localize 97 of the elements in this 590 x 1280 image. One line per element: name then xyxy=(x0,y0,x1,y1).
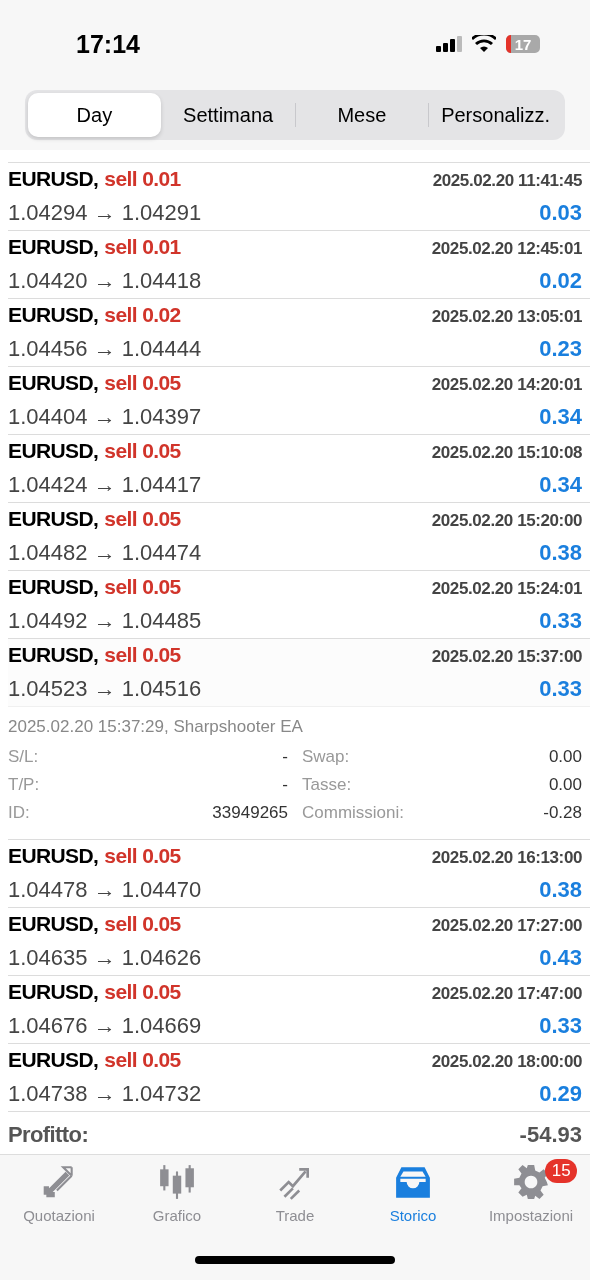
trade-profit: 0.29 xyxy=(539,1081,582,1107)
trade-time: 2025.02.20 15:20:00 xyxy=(431,511,582,531)
detail-value: -0.28 xyxy=(543,803,582,823)
trade-time: 2025.02.20 12:45:01 xyxy=(431,239,582,259)
detail-label: ID: xyxy=(8,803,30,823)
trade-symbol: EURUSD, xyxy=(8,1048,99,1072)
trade-time: 2025.02.20 15:37:00 xyxy=(431,647,582,667)
signal-icon xyxy=(436,36,462,52)
trade-prices: 1.04482 → 1.04474 xyxy=(8,540,202,566)
trade-prices: 1.04523 → 1.04516 xyxy=(8,676,202,702)
detail-value: 0.00 xyxy=(548,775,582,795)
trade-row[interactable]: EURUSD, sell 0.01 2025.02.20 11:41:45 1.04294 → 1.04291 0.03 xyxy=(8,163,590,231)
trade-side: sell 0.05 xyxy=(104,439,181,463)
trade-row[interactable]: EURUSD, sell 0.05 2025.02.20 14:20:01 1.04404 → 1.04397 0.34 xyxy=(8,367,590,435)
trade-profit: 0.34 xyxy=(539,404,582,430)
trade-side: sell 0.05 xyxy=(104,844,181,868)
trade-profit: 0.03 xyxy=(539,200,582,226)
trade-profit: 0.38 xyxy=(539,877,582,903)
trade-profit: 0.33 xyxy=(539,1013,582,1039)
trade-profit: 0.43 xyxy=(539,945,582,971)
tab-bar-item[interactable]: Storico xyxy=(354,1163,472,1224)
trade-profit: 0.33 xyxy=(539,608,582,634)
trade-prices: 1.04676 → 1.04669 xyxy=(8,1013,202,1039)
detail-label: Commissioni: xyxy=(302,803,405,823)
detail-value: 0.00 xyxy=(548,747,582,767)
trade-time: 2025.02.20 17:47:00 xyxy=(431,984,582,1004)
trade-side: sell 0.05 xyxy=(104,575,181,599)
trade-time: 2025.02.20 14:20:01 xyxy=(431,375,582,395)
trade-profit: 0.23 xyxy=(539,336,582,362)
candlestick-icon xyxy=(158,1163,196,1201)
trade-symbol: EURUSD, xyxy=(8,167,99,191)
trade-symbol: EURUSD, xyxy=(8,844,99,868)
trade-symbol: EURUSD, xyxy=(8,912,99,936)
trade-side: sell 0.01 xyxy=(104,235,181,259)
trade-symbol: EURUSD, xyxy=(8,980,99,1004)
trade-time: 2025.02.20 15:10:08 xyxy=(431,443,582,463)
segment-tab[interactable]: Settimana xyxy=(161,93,295,137)
trade-side: sell 0.05 xyxy=(104,1048,181,1072)
trade-open-info: 2025.02.20 15:37:29, Sharpshooter EA xyxy=(8,717,304,737)
trade-symbol: EURUSD, xyxy=(8,643,99,667)
trade-time: 2025.02.20 15:24:01 xyxy=(431,579,582,599)
trade-prices: 1.04294 → 1.04291 xyxy=(8,200,202,226)
trade-profit: 0.38 xyxy=(539,540,582,566)
trade-symbol: EURUSD, xyxy=(8,235,99,259)
detail-label: T/P: xyxy=(8,775,40,795)
detail-value: - xyxy=(282,775,288,795)
trade-side: sell 0.01 xyxy=(104,167,181,191)
trade-time: 2025.02.20 16:13:00 xyxy=(431,848,582,868)
trade-side: sell 0.05 xyxy=(104,912,181,936)
trade-side: sell 0.05 xyxy=(104,643,181,667)
trade-profit: 0.34 xyxy=(539,472,582,498)
trade-profit: 0.33 xyxy=(539,676,582,702)
trade-symbol: EURUSD, xyxy=(8,303,99,327)
trade-prices: 1.04738 → 1.04732 xyxy=(8,1081,202,1107)
trade-prices: 1.04492 → 1.04485 xyxy=(8,608,202,634)
trade-symbol: EURUSD, xyxy=(8,371,99,395)
trade-symbol: EURUSD, xyxy=(8,507,99,531)
trade-time: 2025.02.20 13:05:01 xyxy=(431,307,582,327)
trade-time: 2025.02.20 18:00:00 xyxy=(431,1052,582,1072)
trade-side: sell 0.05 xyxy=(104,507,181,531)
total-value: -54.93 xyxy=(519,1122,582,1148)
detail-label: S/L: xyxy=(8,747,39,767)
detail-value: 33949265 xyxy=(212,803,288,823)
trade-time: 2025.02.20 11:41:45 xyxy=(432,171,582,191)
trade-prices: 1.04420 → 1.04418 xyxy=(8,268,202,294)
trade-row[interactable]: EURUSD, sell 0.05 2025.02.20 17:27:00 1.04635 → 1.04626 0.43 xyxy=(8,908,590,976)
trade-side: sell 0.05 xyxy=(104,980,181,1004)
notification-badge: 15 xyxy=(545,1159,578,1183)
trade-time: 2025.02.20 17:27:00 xyxy=(431,916,582,936)
wifi-icon xyxy=(472,35,496,53)
battery-icon: 17 xyxy=(506,35,540,53)
segment-tab[interactable]: Personalizz. xyxy=(429,93,562,137)
trade-side: sell 0.02 xyxy=(104,303,181,327)
detail-label: Tasse: xyxy=(302,775,352,795)
trade-prices: 1.04478 → 1.04470 xyxy=(8,877,202,903)
trade-symbol: EURUSD, xyxy=(8,575,99,599)
trade-row[interactable]: EURUSD, sell 0.05 2025.02.20 15:10:08 1.04424 → 1.04417 0.34 xyxy=(8,435,590,503)
status-time: 17:14 xyxy=(76,29,141,59)
trade-prices: 1.04424 → 1.04417 xyxy=(8,472,202,498)
segment-tab[interactable]: Day xyxy=(28,93,161,137)
detail-label: Swap: xyxy=(302,747,350,767)
trade-row[interactable]: EURUSD, sell 0.05 2025.02.20 18:00:00 1.04738 → 1.04732 0.29 xyxy=(8,1044,590,1112)
total-label: Profitto: xyxy=(8,1122,89,1148)
trade-side: sell 0.05 xyxy=(104,371,181,395)
trade-prices: 1.04404 → 1.04397 xyxy=(8,404,202,430)
trade-profit: 0.02 xyxy=(539,268,582,294)
trade-row[interactable]: EURUSD, sell 0.05 2025.02.20 15:20:00 1.04482 → 1.04474 0.38 xyxy=(8,503,590,571)
trade-symbol: EURUSD, xyxy=(8,439,99,463)
trade-prices: 1.04456 → 1.04444 xyxy=(8,336,202,362)
trade-row[interactable]: EURUSD, sell 0.02 2025.02.20 13:05:01 1.04456 → 1.04444 0.23 xyxy=(8,299,590,367)
trade-row[interactable]: EURUSD, sell 0.05 2025.02.20 17:47:00 1.04676 → 1.04669 0.33 xyxy=(8,976,590,1044)
trade-prices: 1.04635 → 1.04626 xyxy=(8,945,202,971)
segment-tab[interactable]: Mese xyxy=(295,93,429,137)
trade-row[interactable]: EURUSD, sell 0.01 2025.02.20 12:45:01 1.04420 → 1.04418 0.02 xyxy=(8,231,590,299)
settings-icon xyxy=(512,1163,550,1201)
trade-row[interactable]: EURUSD, sell 0.05 2025.02.20 16:13:00 1.04478 → 1.04470 0.38 xyxy=(8,840,590,908)
detail-value: - xyxy=(282,747,288,767)
